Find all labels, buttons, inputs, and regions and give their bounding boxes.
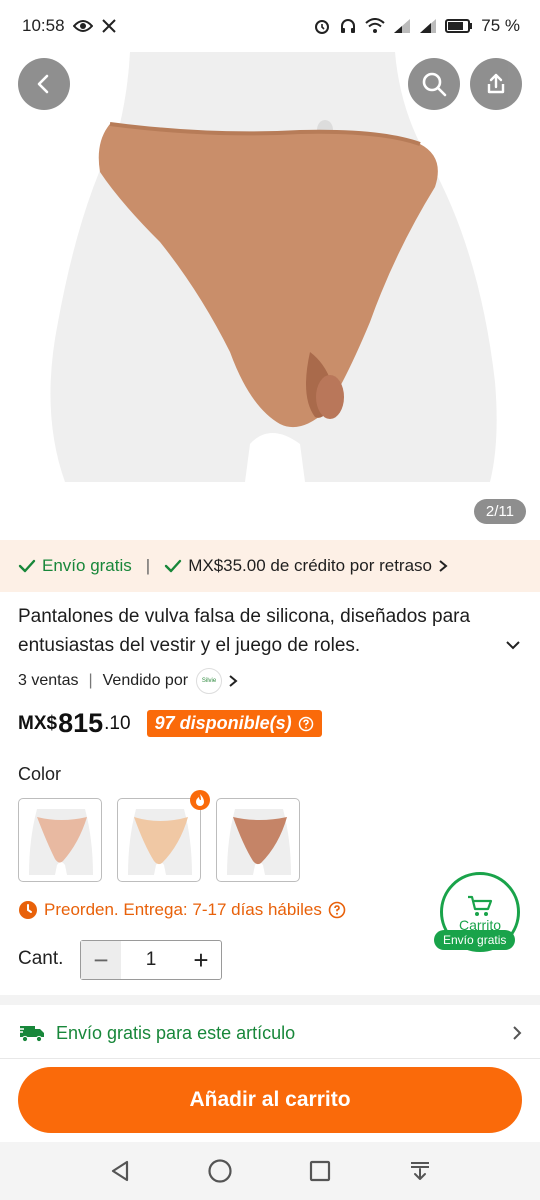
search-icon <box>422 72 447 97</box>
nav-recents-button[interactable] <box>300 1151 340 1191</box>
free-shipping-label: Envío gratis <box>42 556 132 575</box>
decrease-quantity-button[interactable]: − <box>81 941 121 979</box>
row-divider <box>0 1058 540 1059</box>
price-row: MX$ 815 .10 97 disponible(s) <box>18 708 322 739</box>
clock: 10:58 <box>22 16 65 35</box>
square-recents-icon <box>309 1160 331 1182</box>
preorder-info[interactable]: Preorden. Entrega: 7-17 días hábiles <box>18 900 346 920</box>
nav-home-button[interactable] <box>200 1151 240 1191</box>
seller-logo-text: Silvie <box>201 678 217 684</box>
check-icon-2 <box>164 559 182 573</box>
increase-quantity-button[interactable]: + <box>181 941 221 979</box>
meta-separator: | <box>88 672 93 689</box>
chevron-left-icon <box>37 74 49 94</box>
circle-home-icon <box>208 1159 232 1183</box>
share-button[interactable] <box>470 58 522 110</box>
stock-label: 97 disponible(s) <box>154 713 292 733</box>
color-swatch-1[interactable] <box>18 798 102 882</box>
check-icon <box>18 559 36 573</box>
battery-icon <box>445 19 473 33</box>
product-meta: 3 ventas | Vendido por Silvie <box>18 668 238 694</box>
chevron-right-icon <box>439 560 448 572</box>
nav-hide-keyboard-button[interactable] <box>400 1151 440 1191</box>
color-swatch-2[interactable] <box>117 798 201 882</box>
image-counter: 2/11 <box>473 499 526 524</box>
color-label: Color <box>18 764 62 784</box>
triangle-back-icon <box>111 1160 129 1182</box>
section-divider <box>0 995 540 1005</box>
cart-free-shipping-pill: Envío gratis <box>434 930 516 950</box>
status-left: 10:58 <box>22 16 117 36</box>
nav-back-button[interactable] <box>100 1151 140 1191</box>
product-title-block: Pantalones de vulva falsa de silicona, d… <box>18 602 518 660</box>
x-logo-icon <box>101 18 117 34</box>
sold-by-label[interactable]: Vendido por <box>103 672 188 690</box>
stock-badge[interactable]: 97 disponible(s) <box>146 710 322 737</box>
swatch-thumbnail <box>29 809 93 875</box>
expand-title-button[interactable] <box>502 634 524 656</box>
shipping-banner[interactable]: Envío gratis | MX$35.00 de crédito por r… <box>0 540 540 592</box>
chevron-down-icon <box>506 641 520 650</box>
system-nav-bar <box>0 1142 540 1200</box>
quantity-value[interactable]: 1 <box>121 949 181 971</box>
status-bar: 10:58 75 % <box>0 0 540 52</box>
signal-icon <box>393 18 411 34</box>
delay-credit-label: MX$35.00 de crédito por retraso <box>188 556 432 575</box>
battery-level: 75 % <box>481 16 520 35</box>
product-photo <box>50 52 497 482</box>
banner-separator: | <box>145 556 151 575</box>
flame-icon <box>196 794 204 806</box>
alarm-icon <box>313 17 331 35</box>
price-main: 815 <box>58 708 104 738</box>
back-button[interactable] <box>18 58 70 110</box>
free-shipping-row[interactable]: Envío gratis para este artículo <box>0 1010 540 1056</box>
cart-icon <box>468 895 493 916</box>
signal-icon-2 <box>419 18 437 34</box>
quantity-stepper: − 1 + <box>80 940 222 980</box>
product-title[interactable]: Pantalones de vulva falsa de silicona, d… <box>18 602 498 660</box>
free-shipping-item-label: Envío gratis para este artículo <box>56 1022 296 1043</box>
search-button[interactable] <box>408 58 460 110</box>
truck-icon <box>18 1026 44 1043</box>
clock-icon <box>19 901 37 919</box>
help-icon <box>298 716 313 731</box>
chevron-right-icon[interactable] <box>228 674 238 688</box>
download-arrow-icon <box>411 1162 429 1180</box>
help-icon <box>328 901 346 919</box>
product-image-gallery[interactable]: 2/11 <box>0 52 540 530</box>
quantity-label: Cant. <box>18 948 64 969</box>
headphones-icon <box>339 17 357 35</box>
sales-count: 3 ventas <box>18 672 79 689</box>
color-swatch-3[interactable] <box>216 798 300 882</box>
product-title-text: Pantalones de vulva falsa de silicona, d… <box>18 606 471 656</box>
status-right: 75 % <box>313 16 520 36</box>
wifi-icon <box>365 18 385 34</box>
price-currency: MX$ <box>18 712 58 734</box>
swatch-thumbnail <box>128 809 192 875</box>
share-icon <box>487 73 505 94</box>
preorder-text: Preorden. Entrega: 7-17 días hábiles <box>44 900 322 919</box>
chevron-right-icon <box>513 1026 522 1040</box>
hot-badge <box>190 790 210 810</box>
price-cents: .10 <box>104 712 131 734</box>
swatch-thumbnail <box>227 809 291 875</box>
title-fade <box>408 631 498 660</box>
add-to-cart-button[interactable]: Añadir al carrito <box>18 1067 522 1133</box>
seller-logo[interactable]: Silvie <box>196 668 223 694</box>
eye-icon <box>72 19 93 33</box>
